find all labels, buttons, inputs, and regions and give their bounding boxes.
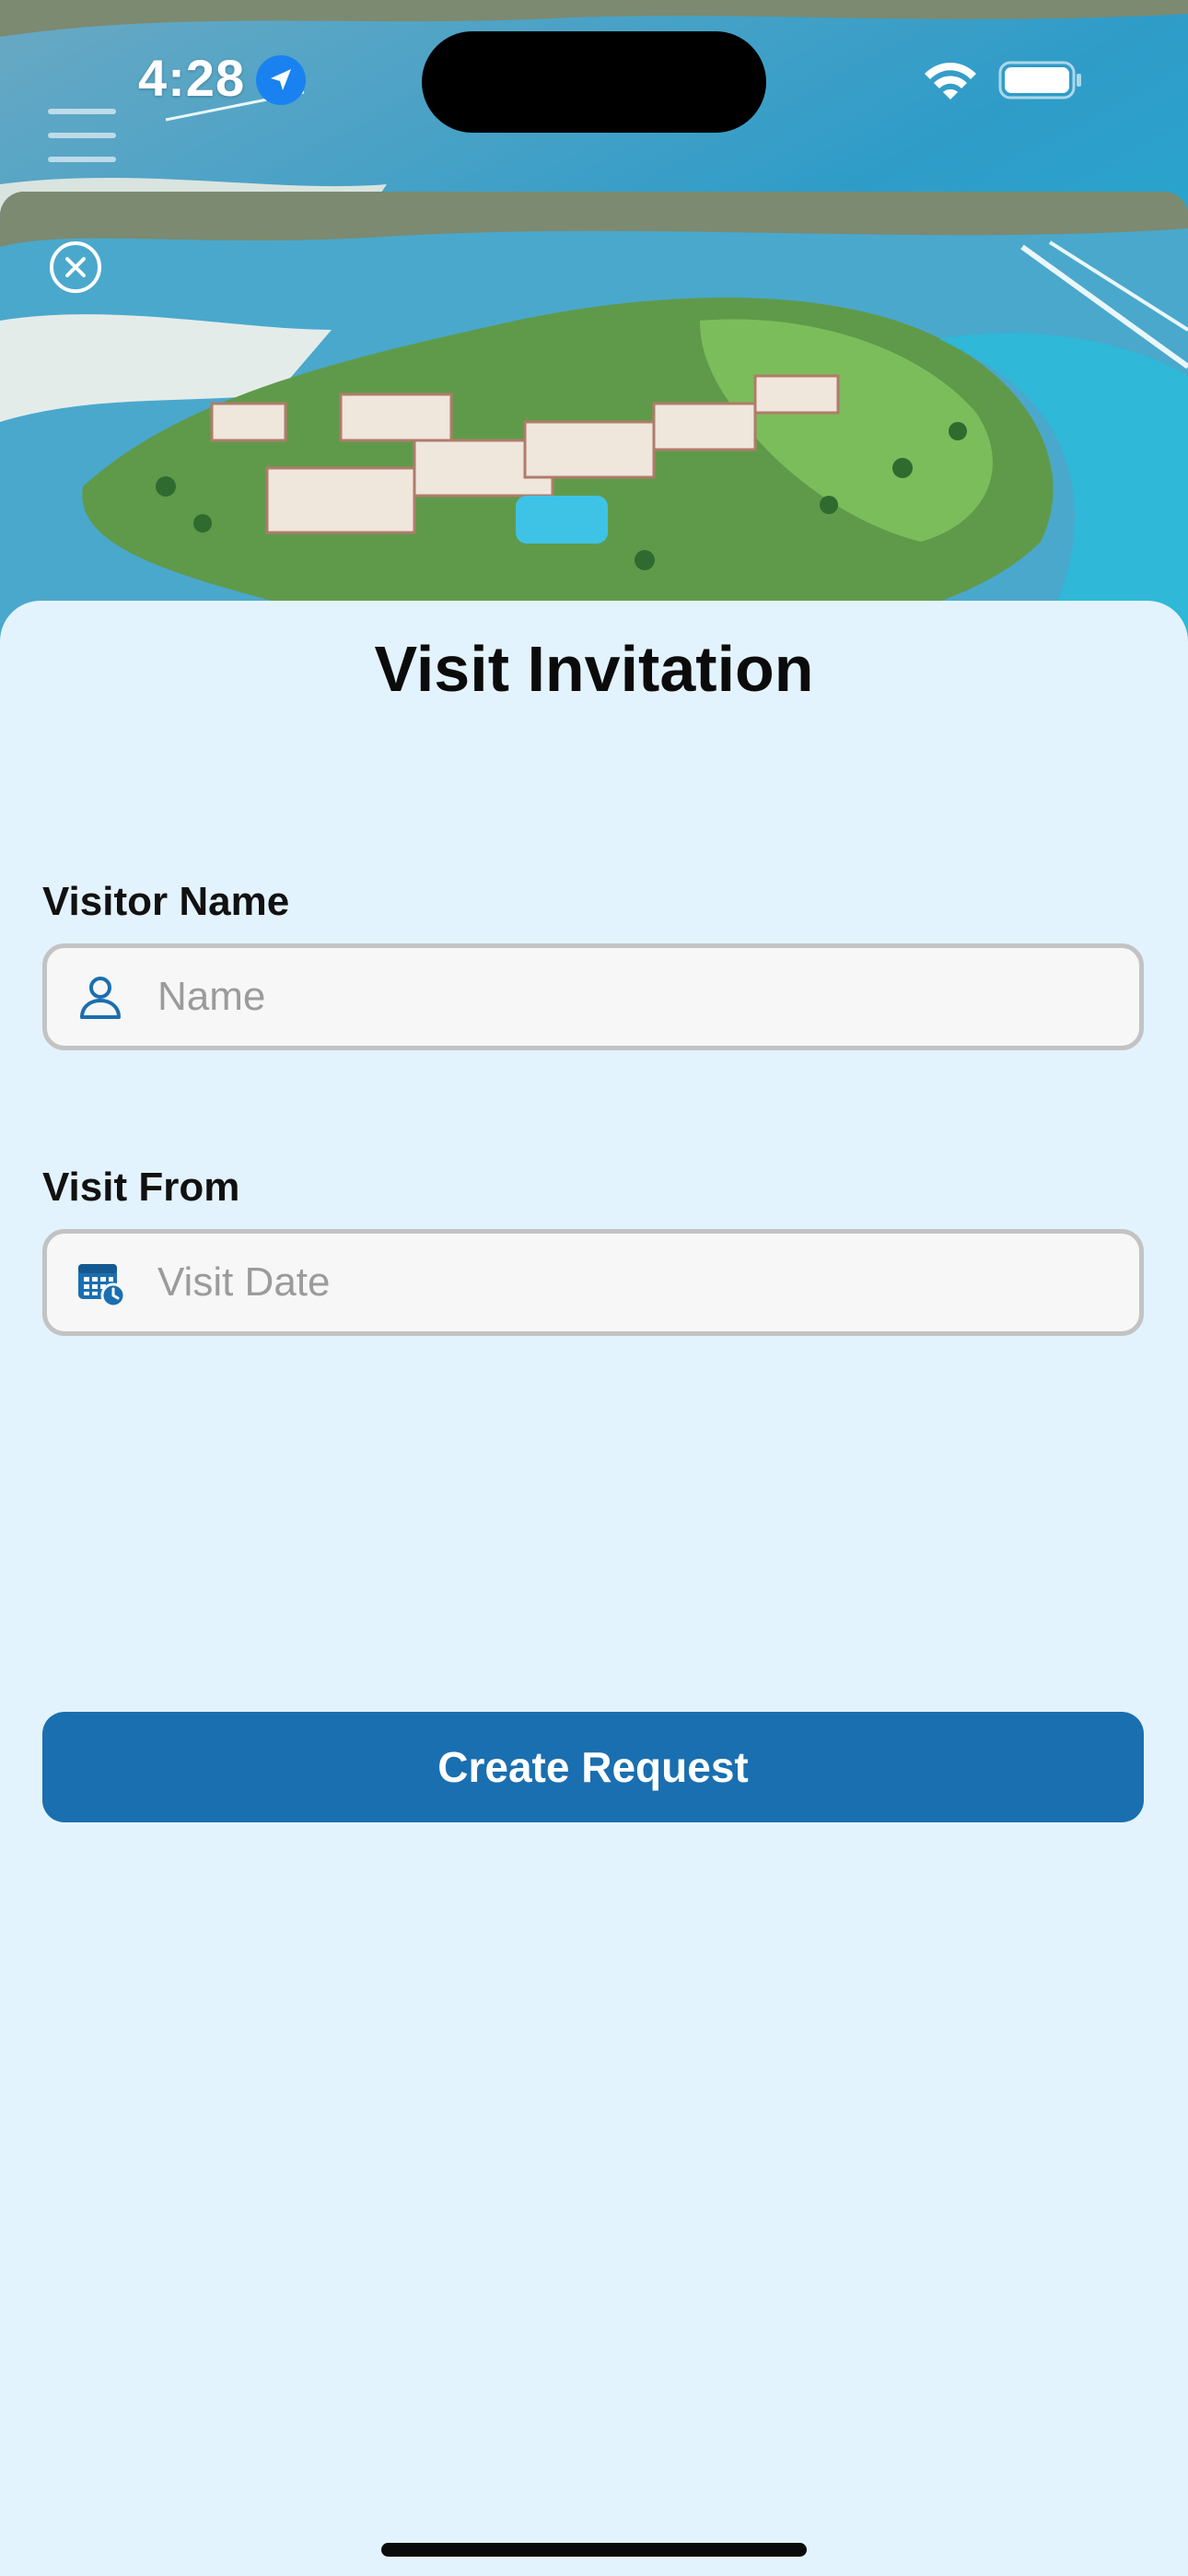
status-time: 4:28 xyxy=(138,49,246,107)
hamburger-menu-icon[interactable] xyxy=(48,109,118,166)
sheet-aerial-illustration xyxy=(0,192,1188,652)
person-icon xyxy=(80,977,121,1019)
close-button[interactable] xyxy=(50,241,101,293)
battery-icon xyxy=(998,61,1081,100)
visit-date-input[interactable] xyxy=(157,1259,1115,1306)
visit-date-field[interactable] xyxy=(42,1229,1144,1336)
dynamic-island xyxy=(422,31,766,133)
location-arrow-icon xyxy=(256,55,306,105)
home-indicator xyxy=(381,2543,807,2557)
close-icon xyxy=(65,257,86,277)
visitor-name-label: Visitor Name xyxy=(42,879,290,924)
wifi-icon xyxy=(925,63,976,100)
create-request-button[interactable]: Create Request xyxy=(42,1712,1144,1822)
visitor-name-input[interactable] xyxy=(157,974,1115,1020)
calendar-clock-icon xyxy=(78,1264,126,1308)
sheet-header-image xyxy=(0,192,1188,652)
page-title: Visit Invitation xyxy=(374,633,814,705)
visit-from-label: Visit From xyxy=(42,1165,240,1210)
visitor-name-field[interactable] xyxy=(42,943,1144,1050)
visit-invitation-sheet: Visit Invitation Visitor Name Visit From… xyxy=(0,601,1188,2576)
status-bar: 4:28 xyxy=(0,0,1188,157)
